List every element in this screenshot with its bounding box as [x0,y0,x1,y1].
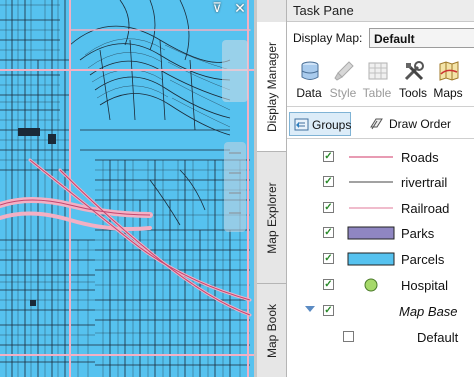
display-map-value: Default [374,32,415,46]
tab-display-manager-label: Display Manager [264,41,279,132]
draw-order-label: Draw Order [389,117,452,131]
layer-checkbox[interactable]: ✓ [323,305,334,316]
groups-icon [294,118,309,131]
map-view[interactable]: ⊽ ✕ [0,0,254,377]
brush-icon [334,61,354,81]
close-icon[interactable]: ✕ [232,2,248,18]
layer-row-hospital[interactable]: ✓ Hospital [287,273,474,299]
layer-row-parks[interactable]: ✓ Parks [287,221,474,247]
line-swatch [349,207,393,209]
database-icon [301,61,319,80]
table-tool-label: Table [362,86,392,100]
display-map-label: Display Map: [293,31,363,45]
layer-row-roads[interactable]: ✓ Roads [287,145,474,171]
tab-map-book[interactable]: Map Book [257,284,286,377]
layer-checkbox[interactable]: ✓ [323,176,334,187]
layer-row-default[interactable]: Default [287,325,474,351]
line-swatch [349,156,393,158]
style-tool-label: Style [329,86,357,100]
map-parcels-streets [0,0,254,377]
layer-checkbox[interactable]: ✓ [323,227,334,238]
data-tool-label: Data [296,86,322,100]
maps-tool-button[interactable]: Maps [430,58,466,102]
layer-row-railroad[interactable]: ✓ Railroad [287,196,474,222]
zoom-tick [229,192,241,194]
layer-name: Default [417,330,459,345]
navigation-cube[interactable] [222,40,248,102]
fill-swatch [347,226,395,240]
layer-name: Parcels [401,252,445,267]
side-tab-strip: Display Manager Map Explorer Map Book [257,0,287,377]
layer-checkbox[interactable]: ✓ [323,151,334,162]
task-pane-header: Task Pane [287,0,474,22]
layer-group-map-base[interactable]: ✓ Map Base [287,299,474,325]
zoom-tick [229,172,241,174]
pin-icon[interactable]: ⊽ [209,2,225,18]
point-swatch [364,278,378,292]
layer-checkbox[interactable]: ✓ [323,202,334,213]
layer-name: rivertrail [401,175,448,190]
layer-list: ✓ Roads ✓ rivertrail ✓ Railroad ✓ Parks … [287,138,474,378]
data-tool-button[interactable]: Data [291,58,327,102]
tab-map-book-label: Map Book [264,303,279,358]
style-tool-button[interactable]: Style [325,58,361,102]
table-icon [368,62,388,80]
table-tool-button[interactable]: Table [359,58,395,102]
maps-tool-label: Maps [433,86,463,100]
layer-name: Railroad [401,201,450,216]
layer-row-parcels[interactable]: ✓ Parcels [287,247,474,273]
layer-checkbox[interactable]: ✓ [323,253,334,264]
zoom-tick [229,212,241,214]
task-pane: Task Pane Display Map: Default Data Styl… [287,0,474,377]
layer-name: Hospital [401,278,448,293]
display-map-select[interactable]: Default [369,28,474,48]
tools-tool-button[interactable]: Tools [395,58,431,102]
layer-checkbox[interactable] [343,331,354,342]
tab-map-explorer[interactable]: Map Explorer [257,152,286,284]
groups-button[interactable]: Groups [289,112,351,136]
toolbar-divider [287,106,474,107]
tab-map-explorer-label: Map Explorer [264,181,279,254]
fill-swatch [347,252,395,266]
tab-display-manager[interactable]: Display Manager [257,22,286,152]
expand-arrow-icon[interactable] [305,306,315,312]
zoom-tick [229,152,241,154]
draw-order-button[interactable]: Draw Order [365,112,455,136]
layer-name: Parks [401,226,435,241]
tools-tool-label: Tools [398,86,427,100]
line-swatch [349,181,393,183]
groups-label: Groups [312,118,352,132]
task-pane-title: Task Pane [293,3,354,18]
draw-order-icon [370,118,383,130]
layer-name: Roads [401,150,439,165]
layer-group-name: Map Base [399,304,458,319]
zoom-slider[interactable] [224,142,246,232]
layer-checkbox[interactable]: ✓ [323,279,334,290]
layer-row-rivertrail[interactable]: ✓ rivertrail [287,170,474,196]
tools-icon [404,61,424,81]
maps-icon [439,61,459,81]
